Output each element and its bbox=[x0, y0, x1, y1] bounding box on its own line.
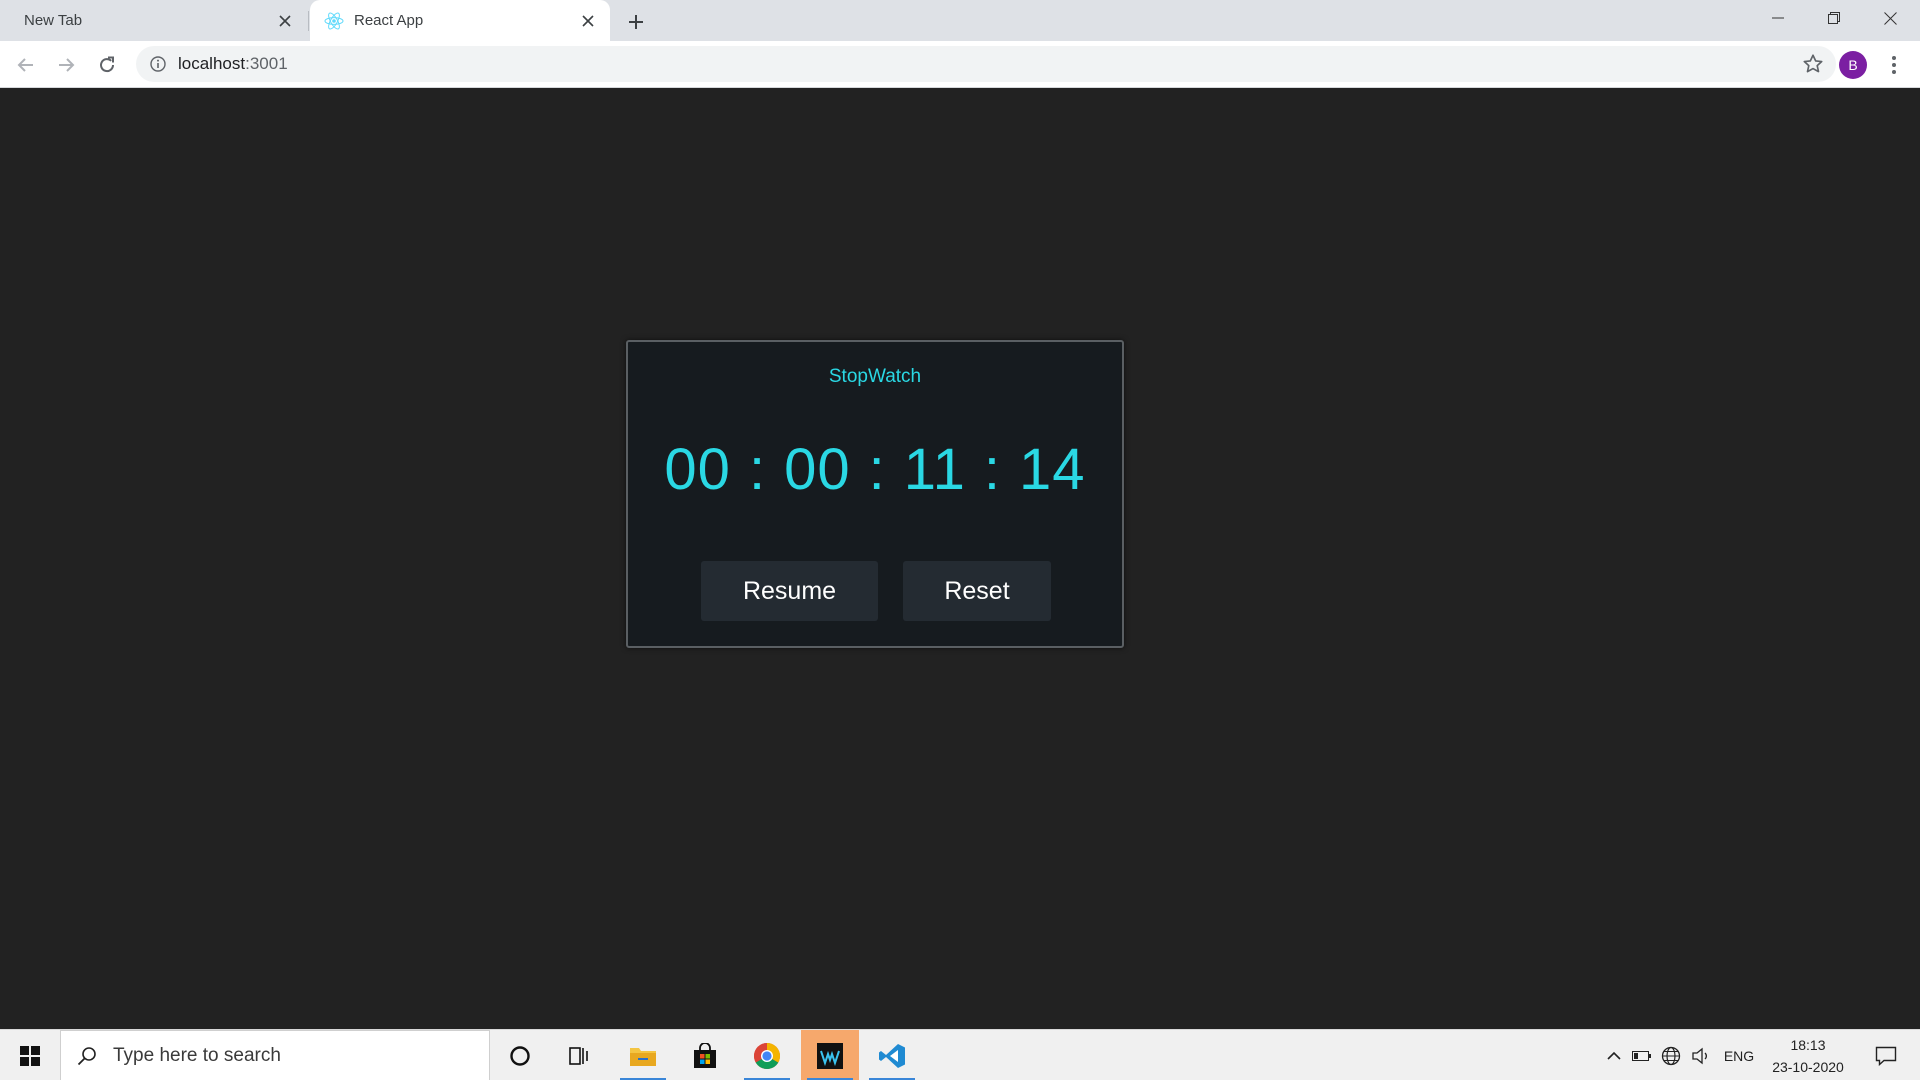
search-icon bbox=[75, 1044, 99, 1068]
store-icon[interactable] bbox=[676, 1030, 734, 1080]
timer-hours: 00 bbox=[664, 437, 731, 502]
new-tab-plus-icon[interactable] bbox=[622, 8, 650, 36]
task-view-icon[interactable] bbox=[550, 1030, 608, 1080]
tab-new-tab[interactable]: New Tab bbox=[0, 0, 307, 41]
clock-date: 23-10-2020 bbox=[1772, 1059, 1844, 1075]
tab-title: React App bbox=[354, 12, 424, 29]
battery-icon[interactable] bbox=[1630, 1030, 1654, 1080]
language-indicator[interactable]: ENG bbox=[1718, 1030, 1760, 1080]
show-hidden-icons-chevron-icon[interactable] bbox=[1602, 1030, 1626, 1080]
windows-start-icon[interactable] bbox=[0, 1030, 60, 1080]
page-viewport: StopWatch 00 : 00 : 11 : 14 Resume Reset bbox=[0, 89, 1920, 1029]
back-arrow-icon[interactable] bbox=[10, 49, 42, 81]
timer-separator: : bbox=[868, 437, 886, 502]
taskbar-clock[interactable]: 18:13 23-10-2020 bbox=[1760, 1034, 1856, 1078]
bookmark-star-icon[interactable] bbox=[1802, 53, 1824, 75]
audio-app-icon[interactable] bbox=[801, 1030, 859, 1080]
volume-icon[interactable] bbox=[1688, 1030, 1714, 1080]
notifications-icon[interactable] bbox=[1862, 1030, 1910, 1080]
resume-button[interactable]: Resume bbox=[701, 561, 878, 621]
file-explorer-icon[interactable] bbox=[614, 1030, 672, 1080]
close-icon[interactable] bbox=[273, 9, 297, 33]
browser-toolbar: localhost:3001 B bbox=[0, 41, 1920, 88]
site-info-icon[interactable] bbox=[148, 54, 168, 74]
clock-time: 18:13 bbox=[1790, 1037, 1826, 1053]
url-port: :3001 bbox=[245, 54, 288, 73]
reset-button[interactable]: Reset bbox=[903, 561, 1051, 621]
restore-icon[interactable] bbox=[1806, 0, 1862, 36]
network-globe-icon[interactable] bbox=[1658, 1030, 1684, 1080]
more-menu-icon[interactable] bbox=[1880, 49, 1908, 81]
stopwatch-title: StopWatch bbox=[828, 366, 922, 387]
cortana-icon[interactable] bbox=[491, 1030, 549, 1080]
tab-title: New Tab bbox=[24, 12, 83, 29]
timer-minutes: 00 bbox=[784, 437, 851, 502]
stopwatch-card: StopWatch 00 : 00 : 11 : 14 Resume Reset bbox=[626, 340, 1124, 648]
url-text: localhost:3001 bbox=[178, 54, 288, 74]
reload-icon[interactable] bbox=[91, 49, 123, 81]
chrome-icon[interactable] bbox=[738, 1030, 796, 1080]
windows-taskbar: Type here to search ENG 18:13 23-10-2020 bbox=[0, 1029, 1920, 1080]
tab-strip: New Tab React App bbox=[0, 0, 1920, 41]
timer-seconds: 11 bbox=[903, 437, 966, 502]
forward-arrow-icon[interactable] bbox=[50, 49, 82, 81]
tab-divider bbox=[308, 11, 309, 31]
close-window-icon[interactable] bbox=[1862, 0, 1918, 36]
vscode-icon[interactable] bbox=[863, 1030, 921, 1080]
timer-separator: : bbox=[983, 437, 1002, 502]
taskbar-search-box[interactable]: Type here to search bbox=[60, 1030, 490, 1080]
timer-display: 00 : 00 : 11 : 14 bbox=[628, 436, 1122, 503]
search-placeholder: Type here to search bbox=[113, 1044, 281, 1066]
tab-react-app[interactable]: React App bbox=[310, 0, 610, 41]
minimize-icon[interactable] bbox=[1750, 0, 1806, 36]
url-host: localhost bbox=[178, 54, 246, 73]
react-logo-icon bbox=[324, 11, 344, 31]
address-bar[interactable]: localhost:3001 bbox=[136, 46, 1836, 82]
close-icon[interactable] bbox=[576, 9, 600, 33]
profile-avatar[interactable]: B bbox=[1839, 51, 1867, 79]
timer-separator: : bbox=[748, 437, 767, 502]
timer-centiseconds: 14 bbox=[1019, 437, 1086, 502]
